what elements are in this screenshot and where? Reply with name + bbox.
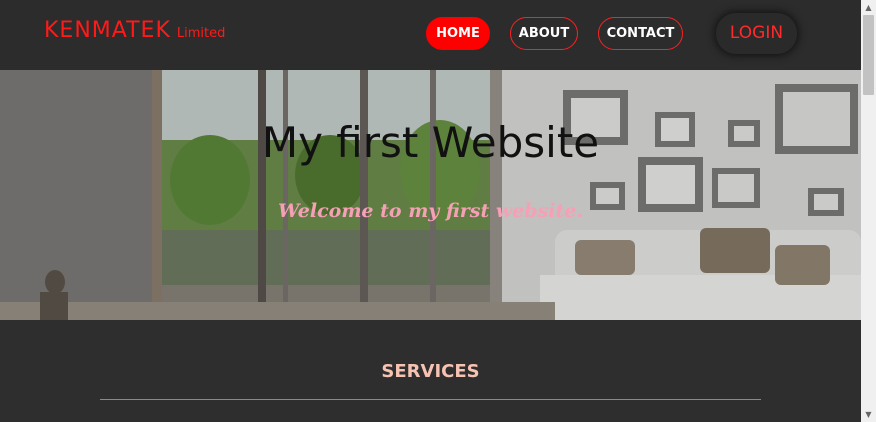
hero-title: My first Website [261, 118, 600, 167]
vertical-scrollbar[interactable]: ▲ ▼ [861, 0, 876, 422]
services-divider [100, 399, 761, 400]
triangle-up-icon[interactable]: ▲ [861, 0, 876, 15]
hero-background-image [0, 70, 861, 320]
page: KENMATEK Limited HOME ABOUT CONTACT LOGIN [0, 0, 861, 422]
services-heading: SERVICES [381, 361, 480, 382]
login-button[interactable]: LOGIN [716, 13, 797, 54]
nav-contact-button[interactable]: CONTACT [598, 17, 683, 50]
site-header: KENMATEK Limited HOME ABOUT CONTACT LOGIN [0, 0, 861, 70]
nav-about-button[interactable]: ABOUT [510, 17, 578, 50]
nav-home-button[interactable]: HOME [426, 17, 490, 50]
scrollbar-thumb[interactable] [863, 15, 874, 95]
hero-subtitle: Welcome to my first website. [277, 200, 583, 222]
triangle-down-icon[interactable]: ▼ [861, 407, 876, 422]
hero-banner: My first Website Welcome to my first web… [0, 70, 861, 320]
brand-subtitle: Limited [176, 26, 226, 41]
brand-name: KENMATEK [44, 18, 171, 43]
brand-logo[interactable]: KENMATEK Limited [44, 18, 225, 43]
